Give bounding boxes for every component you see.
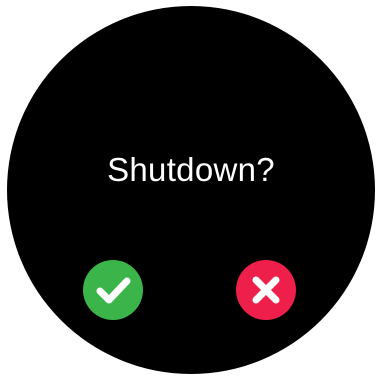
cancel-shutdown-button[interactable] [236, 260, 296, 320]
screen: Shutdown? [0, 0, 382, 380]
watch-face: Shutdown? [7, 6, 375, 374]
confirm-shutdown-button[interactable] [83, 260, 143, 320]
shutdown-prompt: Shutdown? [107, 151, 275, 188]
close-icon [252, 276, 280, 304]
checkmark-icon [96, 277, 131, 304]
